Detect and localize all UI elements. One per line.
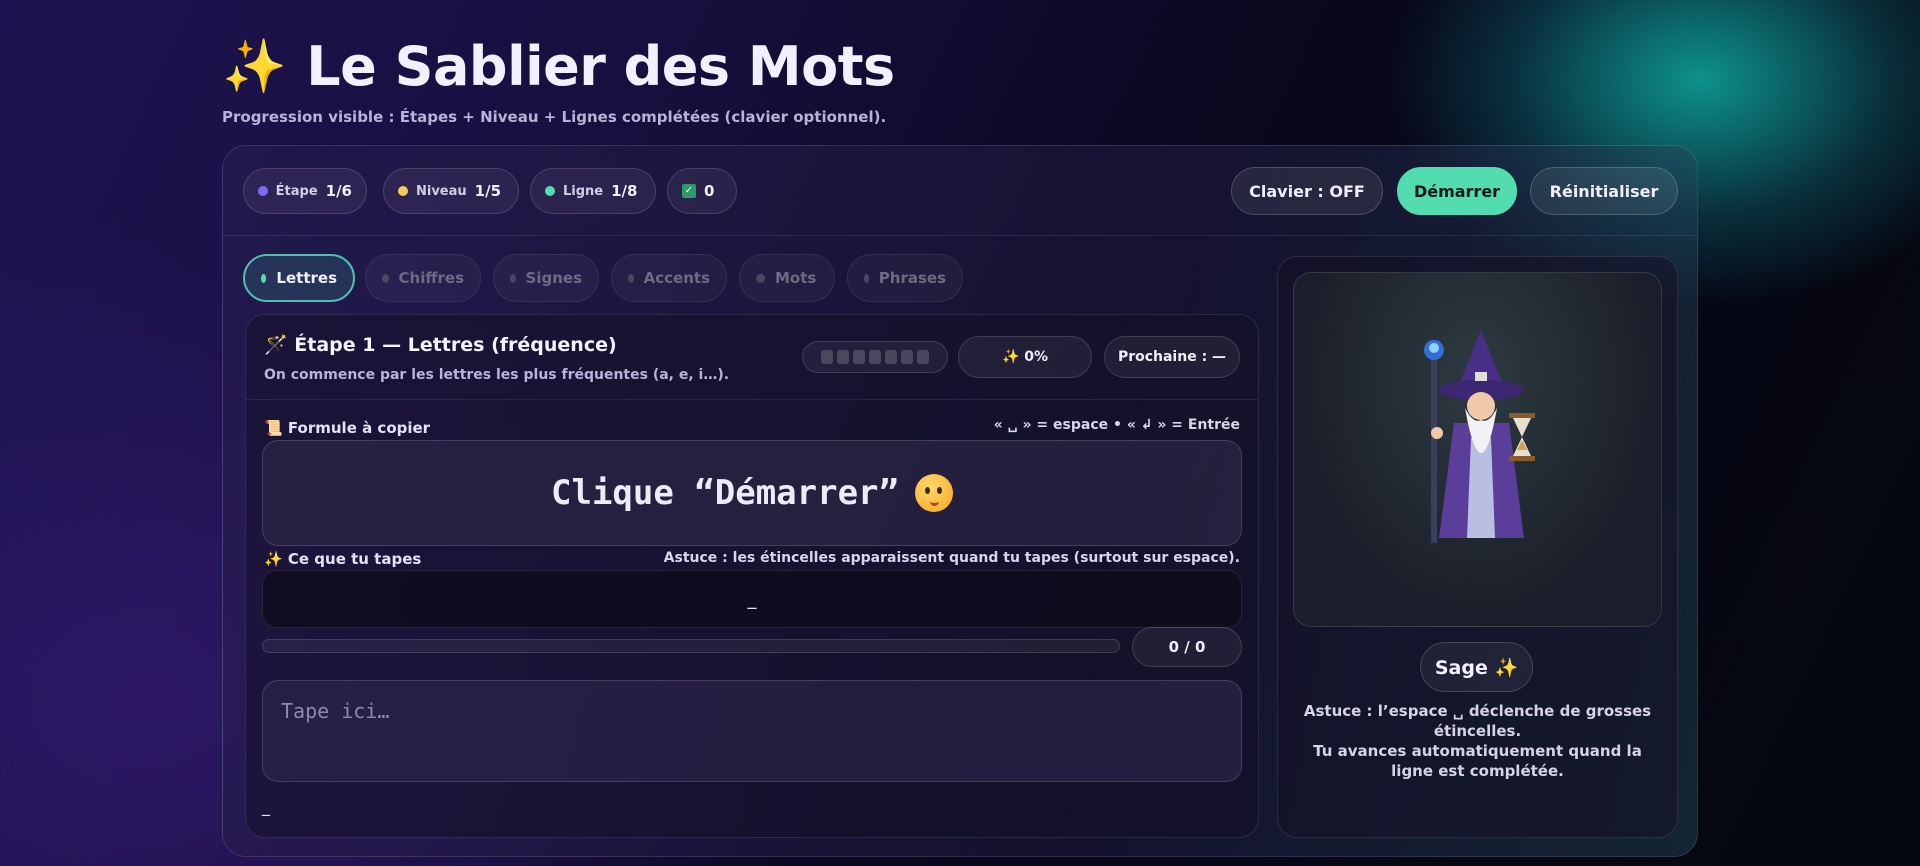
- tab-lettres[interactable]: Lettres: [243, 254, 355, 302]
- wizard-icon: [1424, 330, 1535, 543]
- tab-label: Lettres: [276, 269, 337, 287]
- start-button[interactable]: Démarrer: [1397, 167, 1517, 215]
- mascot-tip-space: Astuce : l’espace ␣ déclenche de grosses…: [1303, 702, 1652, 740]
- keyboard-toggle-button[interactable]: Clavier : OFF: [1231, 167, 1383, 215]
- stage-segment: [821, 350, 833, 364]
- magic-wand-icon: 🪄: [264, 334, 288, 356]
- line-pill: Ligne 1/8: [530, 168, 656, 214]
- tab-dot-icon: [864, 273, 869, 283]
- stage-value: 1/6: [325, 182, 352, 200]
- progress-percent: ✨ 0%: [958, 336, 1092, 378]
- stage-segment: [885, 350, 897, 364]
- stage-segment: [901, 350, 913, 364]
- mascot-name: Sage ✨: [1420, 642, 1533, 692]
- typed-display: _: [262, 570, 1242, 628]
- title-text: Le Sablier des Mots: [306, 34, 895, 98]
- stage-segments: [802, 341, 948, 373]
- reset-button[interactable]: Réinitialiser: [1530, 167, 1678, 215]
- tab-label: Mots: [775, 269, 817, 287]
- tab-label: Phrases: [878, 269, 946, 287]
- header: ✨ Le Sablier des Mots Progression visibl…: [222, 30, 895, 127]
- tab-phrases[interactable]: Phrases: [847, 254, 963, 302]
- stage-label: Étape: [275, 183, 318, 199]
- tab-dot-icon: [628, 273, 634, 283]
- formula-box: Clique “Démarrer”: [262, 440, 1242, 546]
- stage-segment: [837, 350, 849, 364]
- level-pill: Niveau 1/5: [383, 168, 519, 214]
- sparkles-icon: ✨: [222, 36, 287, 97]
- tab-chiffres[interactable]: Chiffres: [365, 254, 481, 302]
- typed-hint: Astuce : les étincelles apparaissent qua…: [663, 550, 1240, 566]
- mascot-portrait: [1293, 272, 1662, 627]
- level-label: Niveau: [416, 183, 467, 199]
- tab-dot-icon: [382, 273, 389, 283]
- tab-dot-icon: [756, 273, 765, 283]
- smiley-icon: [915, 474, 953, 512]
- stage-pill: Étape 1/6: [243, 168, 367, 214]
- exercise-card: 🪄 Étape 1 — Lettres (fréquence) On comme…: [245, 314, 1259, 838]
- status-bar: Étape 1/6 Niveau 1/5 Ligne 1/8 ✓ 0 Clavi…: [223, 146, 1697, 236]
- stage-description: On commence par les lettres les plus fré…: [264, 367, 730, 383]
- stage-segment: [869, 350, 881, 364]
- tab-label: Signes: [525, 269, 582, 287]
- mascot-tip-auto: Tu avances automatiquement quand la lign…: [1313, 742, 1642, 780]
- tab-signes[interactable]: Signes: [493, 254, 599, 302]
- tab-label: Accents: [643, 269, 710, 287]
- stage-header: 🪄 Étape 1 — Lettres (fréquence) On comme…: [246, 315, 1258, 400]
- formula-text: Clique “Démarrer”: [551, 473, 899, 513]
- checkbox-icon: ✓: [682, 184, 696, 198]
- completed-value: 0: [704, 182, 715, 200]
- stage-dot-icon: [258, 186, 268, 196]
- tab-dot-icon: [261, 273, 267, 283]
- caret-indicator: _: [262, 797, 270, 816]
- formula-legend: « ␣ » = espace • « ↲ » = Entrée: [993, 417, 1240, 433]
- tab-label: Chiffres: [398, 269, 464, 287]
- level-dot-icon: [398, 186, 408, 196]
- line-dot-icon: [545, 186, 555, 196]
- level-value: 1/5: [474, 182, 502, 200]
- mascot-card: Sage ✨ Astuce : l’espace ␣ déclenche de …: [1277, 256, 1678, 838]
- tab-dot-icon: [510, 273, 516, 283]
- stage-segment: [917, 350, 929, 364]
- typing-input[interactable]: [262, 680, 1242, 782]
- tab-mots[interactable]: Mots: [739, 254, 835, 302]
- subtitle: Progression visible : Étapes + Niveau + …: [222, 108, 887, 126]
- tab-accents[interactable]: Accents: [611, 254, 727, 302]
- completed-pill: ✓ 0: [667, 168, 737, 214]
- char-count: 0 / 0: [1132, 627, 1242, 667]
- stage-title: 🪄 Étape 1 — Lettres (fréquence): [264, 333, 617, 356]
- formula-label: 📜 Formule à copier: [264, 419, 431, 437]
- typed-label: ✨ Ce que tu tapes: [264, 550, 422, 568]
- main-panel: Étape 1/6 Niveau 1/5 Ligne 1/8 ✓ 0 Clavi…: [222, 145, 1698, 857]
- next-stage: Prochaine : —: [1104, 336, 1240, 378]
- line-value: 1/8: [611, 182, 638, 200]
- line-label: Ligne: [563, 183, 604, 199]
- stage-segment: [853, 350, 865, 364]
- line-progress-bar: [262, 639, 1120, 653]
- app-title: ✨ Le Sablier des Mots: [222, 30, 895, 102]
- stage-title-text: Étape 1 — Lettres (fréquence): [294, 334, 617, 356]
